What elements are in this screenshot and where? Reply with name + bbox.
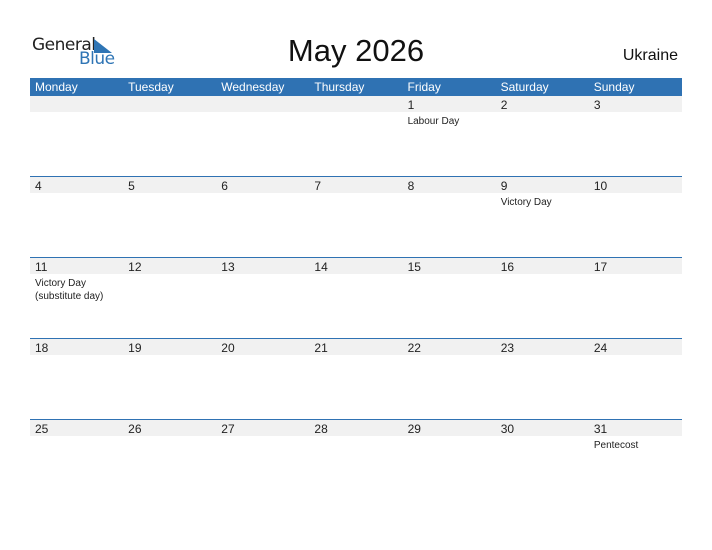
holiday-label: Victory Day (substitute day) [35,278,104,302]
day-cell [309,96,402,177]
day-number: 3 [593,98,601,112]
day-cell: 31 Pentecost [589,420,682,501]
day-number: 7 [314,179,322,193]
day-number: 8 [407,179,415,193]
day-number: 22 [407,341,421,355]
day-cell: 30 [496,420,589,501]
week-row: 25 26 27 28 29 30 31 Pentecost [30,419,682,501]
weekday-friday: Friday [407,80,441,94]
day-cell: 2 [496,96,589,177]
week-row: 11 Victory Day (substitute day) 12 13 14 15 16… [30,257,682,339]
day-cell [123,96,216,177]
day-cell: 16 [496,258,589,339]
country-label: Ukraine [622,47,678,64]
day-cell: 24 [589,339,682,420]
day-cell: 15 [403,258,496,339]
day-cell: 19 [123,339,216,420]
day-cell [216,96,309,177]
day-number: 1 [407,98,415,112]
day-number: 2 [500,98,508,112]
day-number: 14 [314,260,328,274]
day-cell: 8 [403,177,496,258]
day-cell: 3 [589,96,682,177]
day-cell: 12 [123,258,216,339]
day-cell: 1 Labour Day [403,96,496,177]
day-number: 23 [500,341,515,355]
week-row: 1 Labour Day 2 3 [30,96,682,177]
day-cell: 25 [30,420,123,501]
day-cell: 10 [589,177,682,258]
day-number: 10 [593,179,608,193]
day-number: 13 [221,260,235,274]
day-cell: 22 [403,339,496,420]
day-number: 19 [128,341,142,355]
day-number: 17 [593,260,608,274]
weekday-sunday: Sunday [593,80,635,94]
day-number: 30 [500,422,515,436]
calendar-title: May 2026 [287,33,425,68]
weekday-monday: Monday [35,80,78,94]
day-cell: 5 [123,177,216,258]
day-cell: 20 [216,339,309,420]
day-cell: 28 [309,420,402,501]
day-cell: 13 [216,258,309,339]
day-number: 25 [35,422,49,436]
day-cell: 18 [30,339,123,420]
holiday-label: Labour Day [407,116,460,127]
day-number: 29 [407,422,421,436]
day-number: 20 [221,341,235,355]
week-row: 18 19 20 21 22 23 24 [30,338,682,420]
weekday-tuesday: Tuesday [128,80,174,94]
day-cell: 14 [309,258,402,339]
day-cell: 6 [216,177,309,258]
day-number: 24 [593,341,608,355]
weekday-header: Monday Tuesday Wednesday Thursday Friday… [30,78,682,96]
day-number: 26 [128,422,142,436]
day-cell: 27 [216,420,309,501]
day-number: 18 [35,341,49,355]
day-number: 6 [221,179,228,193]
day-number: 16 [500,260,515,274]
day-cell: 4 [30,177,123,258]
day-cell: 17 [589,258,682,339]
day-number: 11 [35,260,48,274]
day-cell: 26 [123,420,216,501]
week-row: 4 5 6 7 8 9 Victory Day 10 [30,176,682,258]
weekday-saturday: Saturday [500,80,549,94]
day-number: 12 [128,260,142,274]
day-number: 27 [221,422,235,436]
day-number: 4 [35,179,42,193]
day-cell [30,96,123,177]
day-number: 28 [314,422,328,436]
day-number: 15 [407,260,421,274]
day-number: 5 [128,179,135,193]
day-number: 9 [500,179,508,193]
day-cell: 9 Victory Day [496,177,589,258]
day-number: 31 [593,422,608,436]
day-cell: 7 [309,177,402,258]
day-cell: 23 [496,339,589,420]
day-cell: 11 Victory Day (substitute day) [30,258,123,339]
day-cell: 21 [309,339,402,420]
weekday-wednesday: Wednesday [221,80,285,94]
day-number: 21 [314,341,328,355]
day-cell: 29 [403,420,496,501]
weekday-thursday: Thursday [314,80,365,94]
holiday-label: Victory Day [500,197,552,208]
holiday-label: Pentecost [593,440,639,451]
